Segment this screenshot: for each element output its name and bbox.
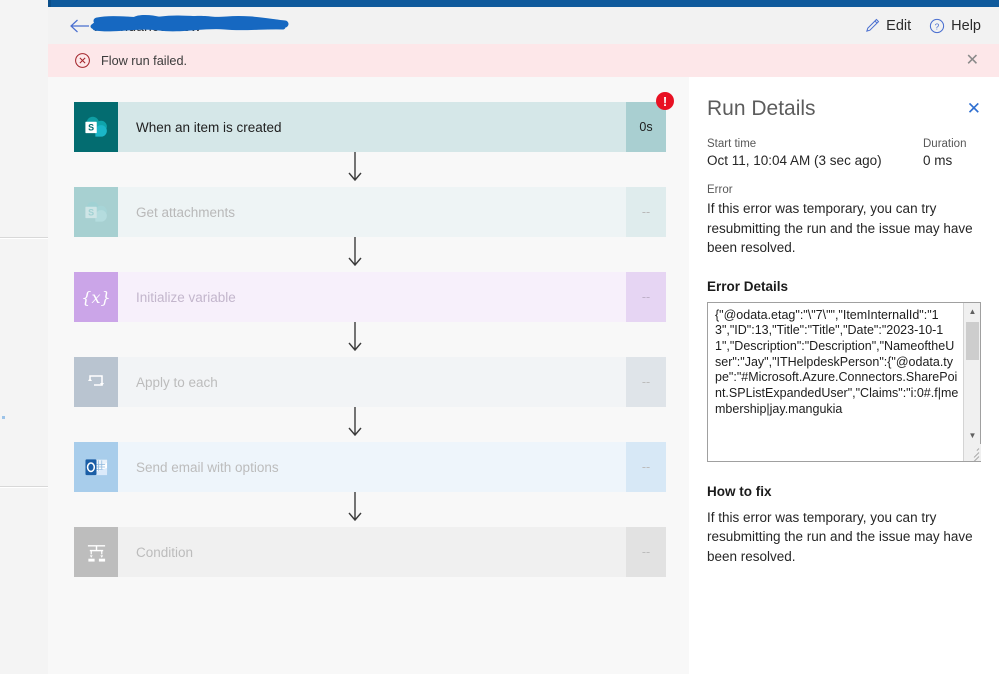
flow-step-label: Condition (118, 527, 626, 577)
flow-step-row: Apply to each -- (74, 357, 666, 407)
start-time-block: Start time Oct 11, 10:04 AM (3 sec ago) (707, 138, 882, 168)
flow-step-duration: -- (626, 442, 666, 492)
sharepoint-icon: S (74, 187, 118, 237)
error-banner-message: Flow run failed. (101, 53, 188, 68)
flow-step-initialize-variable[interactable]: {x} Initialize variable -- (74, 272, 666, 322)
arrow-down-icon (348, 152, 362, 182)
how-to-fix-body: If this error was temporary, you can try… (707, 509, 973, 564)
resize-grip-icon[interactable] (964, 443, 981, 461)
step-error-badge: ! (656, 92, 674, 110)
flow-step-row: S Get attachments -- (74, 187, 666, 237)
power-automate-window: Attendance Flow Edit ? Help Flow run fai… (48, 0, 999, 674)
flow-step-condition[interactable]: Condition -- (74, 527, 666, 577)
background-window-sliver (0, 0, 48, 674)
outlook-icon (74, 442, 118, 492)
variable-glyph: {x} (81, 287, 111, 307)
variable-icon: {x} (74, 272, 118, 322)
flow-step-label: When an item is created (118, 102, 626, 152)
edit-button-label: Edit (886, 17, 912, 34)
flow-step-row: S When an item is created 0s ! (74, 92, 674, 152)
flow-connector (74, 322, 666, 357)
flow-step-apply-to-each[interactable]: Apply to each -- (74, 357, 666, 407)
flow-step-duration: -- (626, 272, 666, 322)
run-meta-row: Start time Oct 11, 10:04 AM (3 sec ago) … (707, 138, 981, 168)
app-header: Attendance Flow Edit ? Help (48, 7, 999, 44)
error-label: Error (707, 184, 733, 197)
flow-step-label: Send email with options (118, 442, 626, 492)
flow-step-get-attachments[interactable]: S Get attachments -- (74, 187, 666, 237)
flow-step-label: Get attachments (118, 187, 626, 237)
flow-step-when-an-item-is-created[interactable]: S When an item is created 0s (74, 102, 666, 152)
duration-block: Duration 0 ms (923, 138, 981, 168)
error-banner: Flow run failed. ✕ (48, 44, 999, 77)
panel-close-icon[interactable]: ✕ (967, 100, 981, 117)
background-card (0, 0, 48, 238)
background-dot (2, 416, 5, 419)
header-actions: Edit ? Help (865, 18, 981, 34)
pencil-icon (865, 18, 880, 33)
run-details-title: Run Details (707, 97, 816, 120)
error-circle-x-icon (74, 52, 91, 69)
flow-connector (74, 152, 666, 187)
content-area: S When an item is created 0s ! S Get att… (48, 77, 999, 674)
flow-connector (74, 237, 666, 272)
flow-step-label: Apply to each (118, 357, 626, 407)
scroll-down-icon[interactable]: ▼ (964, 427, 981, 444)
flow-step-duration: -- (626, 527, 666, 577)
app-root: Attendance Flow Edit ? Help Flow run fai… (0, 0, 999, 674)
arrow-down-icon (348, 237, 362, 267)
error-message: If this error was temporary, you can try… (707, 201, 973, 256)
flow-step-send-email-with-options[interactable]: Send email with options -- (74, 442, 666, 492)
back-arrow-icon (70, 19, 89, 32)
loop-icon (74, 357, 118, 407)
flow-step-row: {x} Initialize variable -- (74, 272, 666, 322)
start-time-value: Oct 11, 10:04 AM (3 sec ago) (707, 153, 882, 169)
arrow-down-icon (348, 492, 362, 522)
arrow-down-icon (348, 322, 362, 352)
error-details-text[interactable]: {"@odata.etag":"\"7\"","ItemInternalId":… (708, 303, 963, 461)
background-card (0, 239, 48, 487)
arrow-down-icon (348, 407, 362, 437)
help-button-label: Help (951, 17, 981, 34)
flow-connector (74, 407, 666, 442)
run-details-panel: Run Details ✕ Start time Oct 11, 10:04 A… (689, 77, 999, 674)
start-time-label: Start time (707, 138, 757, 151)
background-card (0, 488, 48, 674)
flow-connector (74, 492, 666, 527)
duration-value: 0 ms (923, 153, 953, 169)
run-details-header: Run Details ✕ (707, 97, 981, 120)
scroll-up-icon[interactable]: ▲ (964, 303, 981, 320)
question-circle-icon: ? (929, 18, 945, 34)
svg-text:S: S (88, 207, 94, 217)
edit-button[interactable]: Edit (865, 18, 911, 34)
flow-step-label: Initialize variable (118, 272, 626, 322)
flow-step-duration: 0s (626, 102, 666, 152)
flow-step-row: Condition -- (74, 527, 666, 577)
help-button[interactable]: ? Help (929, 18, 981, 34)
sharepoint-icon: S (74, 102, 118, 152)
flow-canvas: S When an item is created 0s ! S Get att… (48, 77, 689, 674)
flow-title: Attendance Flow (95, 17, 201, 34)
duration-label: Duration (923, 138, 967, 151)
titlebar-edge (48, 0, 51, 7)
flow-steps-list: S When an item is created 0s ! S Get att… (74, 92, 674, 577)
error-details-title: Error Details (707, 278, 789, 294)
error-details-scrollbar[interactable]: ▲ ▼ (963, 302, 981, 461)
flow-step-duration: -- (626, 357, 666, 407)
scrollbar-thumb[interactable] (966, 321, 979, 360)
browser-titlebar (48, 0, 999, 7)
how-to-fix-title: How to fix (707, 483, 772, 499)
svg-text:S: S (88, 122, 94, 132)
error-details-textarea[interactable]: {"@odata.etag":"\"7\"","ItemInternalId":… (707, 301, 981, 462)
svg-text:?: ? (935, 21, 940, 31)
flow-step-duration: -- (626, 187, 666, 237)
condition-icon (74, 527, 118, 577)
back-button[interactable] (67, 13, 93, 39)
banner-close-icon[interactable]: ✕ (966, 52, 979, 69)
flow-step-row: Send email with options -- (74, 442, 666, 492)
flow-title-container[interactable]: Attendance Flow (90, 11, 289, 41)
